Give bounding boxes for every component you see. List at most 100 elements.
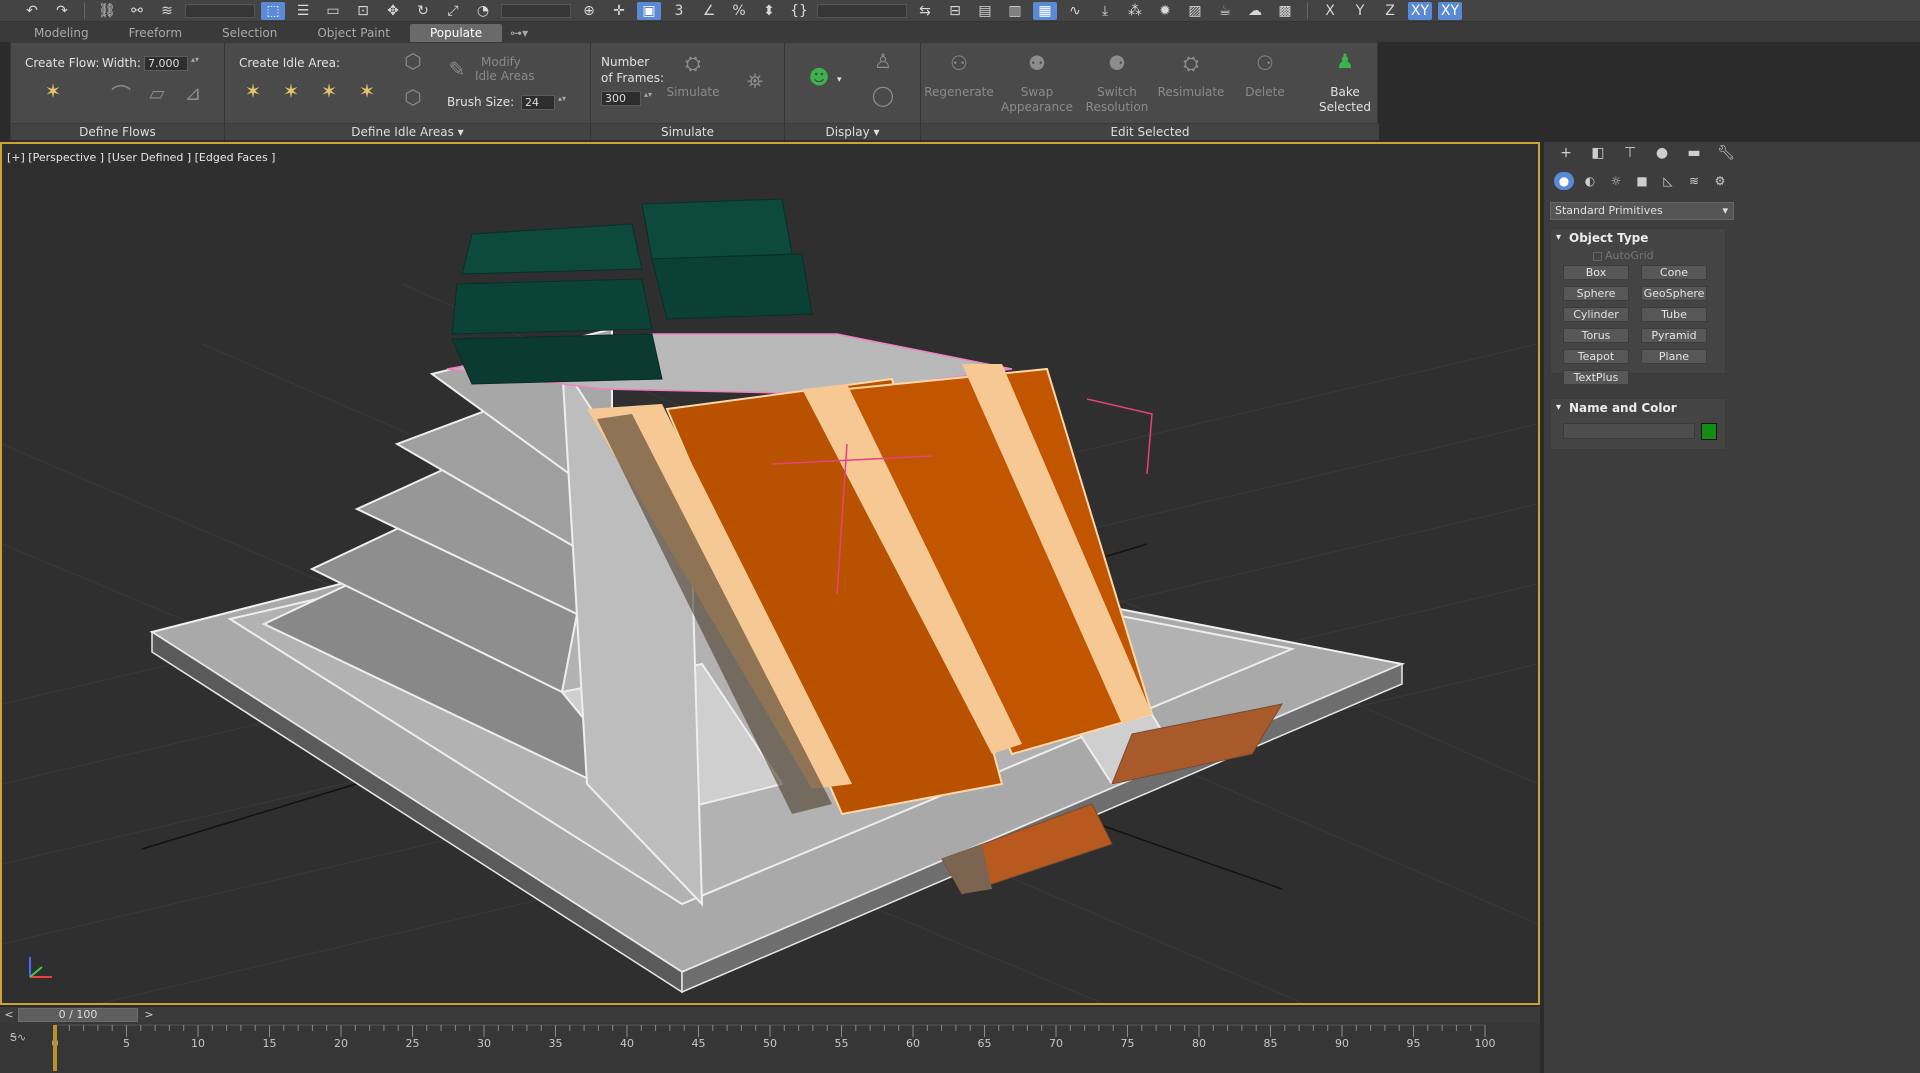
ribbon-options-icon[interactable]: ⊶▾ [502, 24, 536, 42]
material-editor-icon[interactable]: ⁂ [1123, 2, 1147, 20]
cylinder-button[interactable]: Cylinder [1563, 307, 1629, 322]
tab-object-paint[interactable]: Object Paint [297, 24, 410, 42]
schematic-view-icon[interactable]: ⤓ [1093, 2, 1117, 20]
switch-resolution-icon[interactable]: ⚈ [1103, 49, 1131, 77]
display-tab-icon[interactable]: ▬ [1682, 143, 1706, 163]
resimulate-icon[interactable]: ⛭ [1177, 49, 1205, 77]
teapot-button[interactable]: Teapot [1563, 349, 1629, 364]
cameras-icon[interactable]: ■ [1632, 172, 1652, 190]
geosphere-button[interactable]: GeoSphere [1641, 286, 1707, 301]
keyboard-shortcut-icon[interactable]: ▣ [637, 1, 661, 20]
lights-icon[interactable]: ☼ [1606, 172, 1626, 190]
swap-appearance-icon[interactable]: ⚉ [1023, 49, 1051, 77]
idle-area-shape-icon[interactable]: ⬡ [399, 47, 427, 75]
render-cloud-icon[interactable]: ☁ [1243, 2, 1267, 20]
create-tab-icon[interactable]: + [1554, 143, 1578, 163]
systems-icon[interactable]: ⚙ [1710, 172, 1730, 190]
axis-z-icon[interactable]: Z [1378, 2, 1402, 20]
named-selection-dropdown[interactable] [817, 3, 907, 18]
tab-modeling[interactable]: Modeling [14, 24, 109, 42]
axis-y-icon[interactable]: Y [1348, 2, 1372, 20]
tab-freeform[interactable]: Freeform [109, 24, 202, 42]
undo-icon[interactable]: ↶ [20, 2, 44, 20]
display-title[interactable]: Display ▾ [785, 123, 920, 140]
brush-size-spinner[interactable]: 24 [521, 95, 566, 110]
helpers-icon[interactable]: ◺ [1658, 172, 1678, 190]
rotate-icon[interactable]: ↻ [411, 2, 435, 20]
object-color-swatch[interactable] [1701, 423, 1717, 440]
tab-selection[interactable]: Selection [202, 24, 297, 42]
simulate-step-icon[interactable]: ⛯ [741, 67, 769, 95]
axis-x-icon[interactable]: X [1318, 2, 1342, 20]
modify-idle-icon[interactable]: ✎ [443, 55, 471, 83]
create-flow-icon[interactable]: ✶ [39, 77, 67, 105]
simulate-icon[interactable]: ⛭ [679, 49, 707, 77]
selection-filter-dropdown[interactable] [185, 3, 255, 18]
bake-selected-icon[interactable]: ♟ [1331, 47, 1359, 75]
modify-tab-icon[interactable]: ◧ [1586, 143, 1610, 163]
shapes-icon[interactable]: ◐ [1580, 172, 1600, 190]
unlink-icon[interactable]: ⚯ [125, 2, 149, 20]
textplus-button[interactable]: TextPlus [1563, 370, 1629, 385]
flow-segment-icon[interactable]: ⌒ [107, 79, 135, 107]
bake-selected-label-line2[interactable]: Selected [1311, 100, 1379, 115]
render-production-icon[interactable]: ☕ [1213, 2, 1237, 20]
primitive-category-dropdown[interactable]: Standard Primitives [1550, 202, 1734, 220]
render-gallery-icon[interactable]: ▩ [1273, 2, 1297, 20]
time-slider[interactable]: < 0 / 100 > [0, 1007, 1540, 1023]
space-warps-icon[interactable]: ≋ [1684, 172, 1704, 190]
cone-button[interactable]: Cone [1641, 265, 1707, 280]
object-name-input[interactable] [1563, 423, 1695, 439]
snaps-toggle-icon[interactable]: 3 [667, 2, 691, 20]
idle-area-free-icon[interactable]: ✶ [315, 77, 343, 105]
box-button[interactable]: Box [1563, 265, 1629, 280]
display-figure-icon[interactable]: ♙ [869, 47, 897, 75]
swap-appearance-label-line1[interactable]: Swap [1001, 85, 1073, 100]
window-crossing-icon[interactable]: ⊡ [351, 2, 375, 20]
layer-explorer-icon[interactable]: ▥ [1003, 2, 1027, 20]
viewport-label[interactable]: [+] [Perspective ] [User Defined ] [Edge… [7, 151, 275, 164]
select-object-icon[interactable]: ⬚ [261, 1, 285, 20]
define-idle-areas-title[interactable]: Define Idle Areas ▾ [225, 123, 590, 140]
spinner-snap-icon[interactable]: ⬍ [757, 2, 781, 20]
name-and-color-header[interactable]: Name and Color [1551, 399, 1725, 417]
redo-icon[interactable]: ↷ [50, 2, 74, 20]
rectangular-selection-icon[interactable]: ▭ [321, 2, 345, 20]
tube-button[interactable]: Tube [1641, 307, 1707, 322]
width-spinner[interactable]: 7.000 [144, 56, 199, 71]
display-character-icon[interactable]: ☻ [805, 63, 833, 91]
display-ground-icon[interactable]: ◯ [869, 81, 897, 109]
switch-resolution-label-line2[interactable]: Resolution [1081, 100, 1153, 115]
flow-ramp-icon[interactable]: ▱ [143, 79, 171, 107]
render-setup-icon[interactable]: ✹ [1153, 2, 1177, 20]
pivot-icon[interactable]: ⊕ [577, 2, 601, 20]
reference-coordinate-dropdown[interactable] [501, 3, 571, 18]
link-icon[interactable]: ⛓ [95, 2, 119, 20]
plane-button[interactable]: Plane [1641, 349, 1707, 364]
move-icon[interactable]: ✥ [381, 2, 405, 20]
idle-area-paint-icon[interactable]: ✶ [353, 77, 381, 105]
sphere-button[interactable]: Sphere [1563, 286, 1629, 301]
autogrid-checkbox[interactable]: AutoGrid [1593, 249, 1654, 262]
bind-spacewarp-icon[interactable]: ≋ [155, 2, 179, 20]
tab-populate[interactable]: Populate [409, 24, 503, 42]
resimulate-button-label[interactable]: Resimulate [1155, 85, 1227, 100]
placement-icon[interactable]: ◔ [471, 2, 495, 20]
perspective-viewport[interactable]: [+] [Perspective ] [User Defined ] [Edge… [0, 142, 1540, 1005]
percent-snap-icon[interactable]: % [727, 2, 751, 20]
rendered-frame-icon[interactable]: ▨ [1183, 2, 1207, 20]
delete-button-label[interactable]: Delete [1233, 85, 1297, 100]
scale-icon[interactable]: ⤢ [441, 2, 465, 20]
regenerate-icon[interactable]: ⚇ [945, 49, 973, 77]
ribbon-toggle-icon[interactable]: ▦ [1033, 1, 1057, 20]
swap-appearance-label-line2[interactable]: Appearance [1001, 100, 1073, 115]
display-dropdown-arrow-icon[interactable]: ▾ [837, 75, 842, 85]
torus-button[interactable]: Torus [1563, 328, 1629, 343]
track-bar[interactable]: Ꭶ∿ 0510152025303540455055606570758085909… [0, 1023, 1540, 1073]
switch-resolution-label-line1[interactable]: Switch [1081, 85, 1153, 100]
utilities-tab-icon[interactable]: 🔧︎ [1714, 143, 1738, 163]
select-manipulate-icon[interactable]: ✛ [607, 2, 631, 20]
hierarchy-tab-icon[interactable]: ⊤ [1618, 143, 1642, 163]
motion-tab-icon[interactable]: ● [1650, 143, 1674, 163]
frames-spinner[interactable]: 300 [601, 91, 652, 106]
